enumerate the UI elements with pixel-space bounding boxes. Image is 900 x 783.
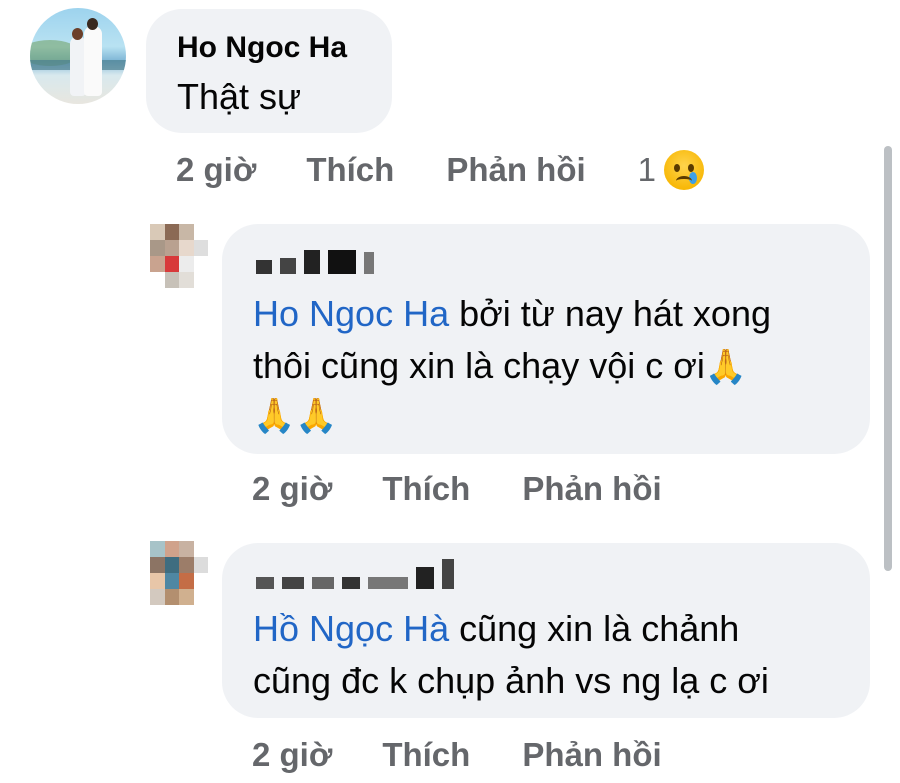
comment-text: Hồ Ngọc Hà cũng xin là chảnh [253, 608, 740, 649]
avatar[interactable] [150, 224, 208, 288]
comment-actions: 2 giờ Thích Phản hồi [252, 470, 662, 508]
comment-bubble: Ho Ngoc Ha Thật sự [146, 9, 392, 133]
comment-bubble: Hồ Ngọc Hà cũng xin là chảnh cũng đc k c… [222, 543, 870, 718]
reply-button[interactable]: Phản hồi [522, 736, 661, 774]
mention-link[interactable]: Hồ Ngọc Hà [253, 608, 449, 649]
comment-text-line: cũng đc k chụp ảnh vs ng lạ c ơi [253, 660, 769, 701]
comment-actions: 2 giờ Thích Phản hồi [252, 736, 662, 774]
comment-author[interactable] [256, 250, 382, 274]
mention-link[interactable]: Ho Ngoc Ha [253, 293, 449, 334]
like-button[interactable]: Thích [382, 736, 470, 774]
comment-author[interactable]: Ho Ngoc Ha [177, 31, 347, 65]
reply-button[interactable]: Phản hồi [446, 151, 585, 189]
folded-hands-icon: 🙏 [704, 348, 748, 386]
avatar[interactable] [150, 541, 208, 605]
comment-actions: 2 giờ Thích Phản hồi 1 [176, 150, 705, 190]
comment-text: Thật sự [177, 76, 302, 117]
reaction-count[interactable]: 1 [638, 151, 656, 189]
comment-time[interactable]: 2 giờ [176, 151, 256, 189]
comment-time[interactable]: 2 giờ [252, 736, 332, 774]
like-button[interactable]: Thích [306, 151, 394, 189]
comment-text: Ho Ngoc Ha bởi từ nay hát xong [253, 293, 771, 334]
crying-face-icon[interactable] [664, 150, 705, 190]
comment-author[interactable] [256, 559, 462, 589]
reply-button[interactable]: Phản hồi [522, 470, 661, 508]
comment-text-line: thôi cũng xin là chạy vội c ơi🙏 [253, 345, 748, 386]
comment-time[interactable]: 2 giờ [252, 470, 332, 508]
comment-bubble: Ho Ngoc Ha bởi từ nay hát xong thôi cũng… [222, 224, 870, 454]
folded-hands-icon: 🙏🙏 [253, 397, 338, 435]
avatar[interactable] [30, 8, 126, 104]
scrollbar[interactable] [884, 146, 892, 571]
like-button[interactable]: Thích [382, 470, 470, 508]
